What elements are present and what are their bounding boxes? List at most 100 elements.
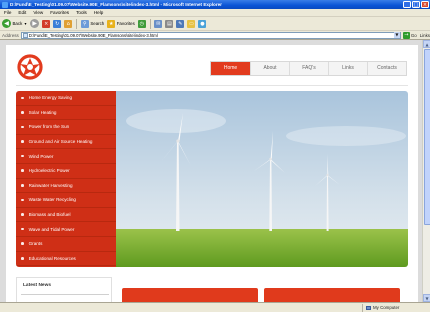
sidebar-item-label: Educational Resources	[28, 255, 76, 261]
maximize-button[interactable]: □	[412, 1, 420, 8]
favorites-button[interactable]: ★ Favorites	[107, 19, 135, 28]
sidebar-item[interactable]: Rainwater Harvesting	[16, 179, 116, 194]
sidebar-item[interactable]: Power from the Sun	[16, 120, 116, 135]
sidebar-menu: Home Energy Saving Solar Heating Power f…	[16, 91, 116, 267]
bullet-icon	[21, 169, 24, 173]
sidebar-item[interactable]: Hydroelectric Power	[16, 164, 116, 179]
menu-bar: File Edit View Favorites Tools Help	[0, 9, 430, 17]
divider	[21, 294, 109, 295]
nav-contacts[interactable]: Contacts	[367, 62, 406, 75]
bullet-icon	[21, 140, 24, 143]
nav-home[interactable]: Home	[211, 62, 250, 75]
home-button[interactable]: ⌂	[64, 19, 73, 28]
chevron-down-icon[interactable]: ▼	[393, 32, 400, 38]
scrollbar-thumb[interactable]	[423, 49, 430, 225]
home-icon: ⌂	[64, 19, 73, 28]
sidebar-item[interactable]: Educational Resources	[16, 252, 116, 267]
history-button[interactable]: ◷	[137, 19, 146, 28]
toolbar-separator	[76, 18, 77, 29]
sidebar-item[interactable]: Home Energy Saving	[16, 91, 116, 106]
bullet-icon	[21, 96, 24, 100]
sidebar-item-label: Rainwater Harvesting	[28, 182, 73, 188]
main-nav: Home About FAQ's Links Contacts	[210, 61, 407, 76]
folder-button[interactable]: ▭	[187, 19, 196, 28]
address-url[interactable]: D:\Fund\E_Testing\01.09.07\Website.90E_F…	[29, 33, 394, 38]
back-label: Back	[12, 21, 23, 26]
sidebar-item-label: Waste Water Recycling	[28, 197, 76, 203]
sidebar-item-label: Wave and Tidal Power	[28, 226, 75, 232]
scroll-down-icon[interactable]: ▼	[423, 294, 430, 302]
stop-button[interactable]: ×	[42, 19, 51, 28]
status-bar: My Computer	[0, 302, 430, 312]
forward-button[interactable]: ▶	[30, 19, 40, 28]
wind-turbine-hero-image	[116, 91, 408, 267]
site-logo-icon	[17, 54, 43, 80]
menu-tools[interactable]: Tools	[76, 10, 87, 15]
refresh-icon: ↻	[53, 19, 62, 28]
address-bar: Address D:\Fund\E_Testing\01.09.07\Websi…	[0, 31, 430, 40]
menu-view[interactable]: View	[33, 10, 43, 15]
close-button[interactable]: ×	[421, 1, 429, 8]
nav-about[interactable]: About	[250, 62, 289, 75]
menu-favorites[interactable]: Favorites	[50, 10, 69, 15]
edit-icon: ✎	[176, 19, 185, 28]
vertical-scrollbar[interactable]: ▲ ▼	[422, 40, 430, 302]
scroll-up-icon[interactable]: ▲	[423, 40, 430, 48]
bullet-icon	[21, 213, 24, 216]
menu-edit[interactable]: Edit	[18, 10, 26, 15]
browser-viewport: Home About FAQ's Links Contacts Home Ene…	[0, 40, 430, 302]
print-button[interactable]: ▤	[165, 19, 174, 28]
links-label[interactable]: Links	[420, 33, 430, 38]
bullet-icon	[21, 227, 24, 231]
address-input[interactable]: D:\Fund\E_Testing\01.09.07\Website.90E_F…	[20, 31, 401, 39]
menu-help[interactable]: Help	[94, 10, 103, 15]
sidebar-item[interactable]: Biomass and Biofuel	[16, 208, 116, 223]
back-button[interactable]: ◀ Back ▼	[2, 19, 27, 28]
title-bar: D:\Fund\E_Testing\01.09.07\Website.90E_F…	[0, 0, 430, 9]
history-icon: ◷	[137, 19, 146, 28]
toolbar: ◀ Back ▼ ▶ × ↻ ⌂ ⚲ Search ★ Favorites ◷ …	[0, 17, 430, 31]
latest-news-heading: Latest News	[23, 283, 51, 288]
window-title: D:\Fund\E_Testing\01.09.07\Website.90E_F…	[10, 2, 222, 7]
bullet-icon	[21, 198, 24, 202]
web-page: Home About FAQ's Links Contacts Home Ene…	[6, 45, 418, 302]
minimize-button[interactable]: _	[403, 1, 411, 8]
sidebar-item[interactable]: Ground and Air Source Heating	[16, 135, 116, 150]
mail-button[interactable]: ✉	[154, 19, 163, 28]
sidebar-item-label: Biomass and Biofuel	[28, 212, 71, 218]
folder-icon: ▭	[187, 19, 196, 28]
bullet-icon	[21, 111, 24, 114]
search-button[interactable]: ⚲ Search	[80, 19, 104, 28]
sidebar-item-label: Ground and Air Source Heating	[28, 139, 93, 145]
sidebar-item[interactable]: Wind Power	[16, 149, 116, 164]
toolbar-separator	[149, 18, 151, 29]
favorites-label: Favorites	[116, 21, 135, 26]
sidebar-item[interactable]: Wave and Tidal Power	[16, 222, 116, 237]
sidebar-item-label: Hydroelectric Power	[28, 168, 70, 174]
sidebar-item-label: Solar Heating	[28, 109, 57, 115]
edit-button[interactable]: ✎	[176, 19, 185, 28]
refresh-button[interactable]: ↻	[53, 19, 62, 28]
mail-icon: ✉	[154, 19, 163, 28]
go-button[interactable]: → Go	[402, 31, 417, 39]
search-icon: ⚲	[80, 19, 89, 28]
sidebar-item[interactable]: Solar Heating	[16, 106, 116, 121]
stop-icon: ×	[42, 19, 51, 28]
print-icon: ▤	[165, 19, 174, 28]
computer-icon	[366, 305, 371, 310]
feature-box-2	[264, 288, 400, 302]
messenger-button[interactable]: ●	[198, 19, 207, 28]
bullet-icon	[21, 184, 24, 187]
bullet-icon	[21, 125, 24, 129]
nav-faqs[interactable]: FAQ's	[289, 62, 328, 75]
nav-links[interactable]: Links	[328, 62, 367, 75]
header-divider	[16, 85, 408, 86]
sidebar-item-label: Wind Power	[28, 153, 54, 159]
menu-file[interactable]: File	[4, 10, 11, 15]
sidebar-item-label: Power from the Sun	[28, 124, 70, 130]
bullet-icon	[21, 242, 24, 246]
sidebar-item[interactable]: Waste Water Recycling	[16, 193, 116, 208]
sidebar-item[interactable]: Grants	[16, 237, 116, 252]
star-icon: ★	[107, 19, 116, 28]
sidebar-item-label: Home Energy Saving	[28, 95, 73, 101]
